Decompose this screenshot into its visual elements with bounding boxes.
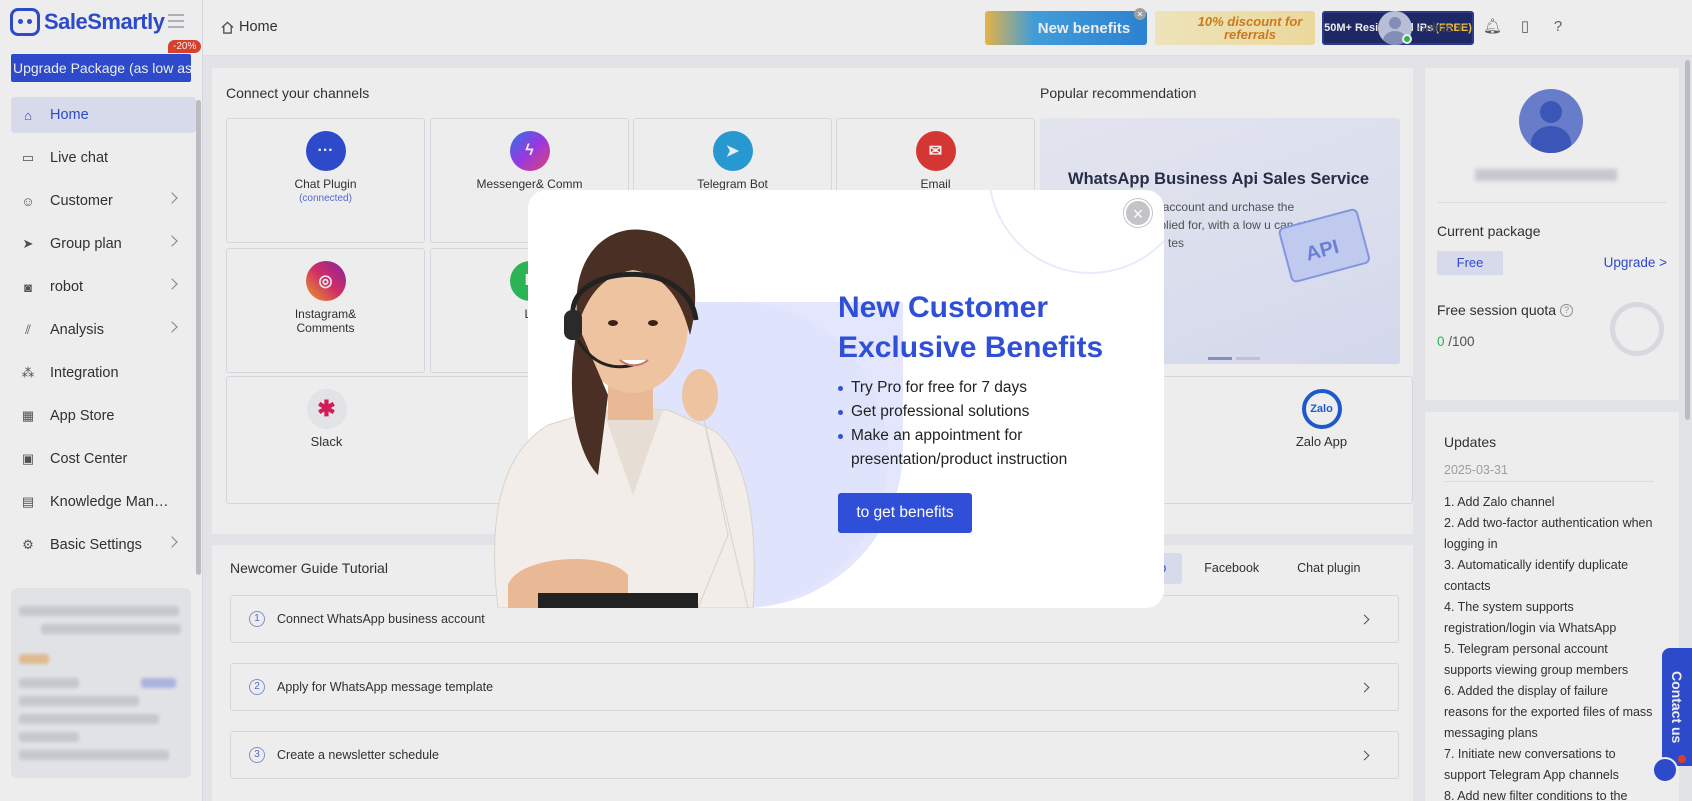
get-benefits-button[interactable]: to get benefits — [838, 493, 972, 533]
support-agent-illustration — [494, 229, 755, 608]
close-button[interactable]: × — [1124, 199, 1152, 227]
list-item: Make an appointment for presentation/pro… — [838, 424, 1138, 472]
modal-title: New Customer Exclusive Benefits — [838, 288, 1138, 368]
benefits-modal: × New Customer Exclusive Benefits Try Pr… — [494, 190, 1164, 608]
list-item: Try Pro for free for 7 days — [838, 376, 1138, 400]
modal-title-line: New Customer — [838, 291, 1049, 324]
benefits-list: Try Pro for free for 7 days Get professi… — [838, 376, 1138, 472]
list-item: Get professional solutions — [838, 400, 1138, 424]
modal-title-line: Exclusive Benefits — [838, 331, 1104, 364]
